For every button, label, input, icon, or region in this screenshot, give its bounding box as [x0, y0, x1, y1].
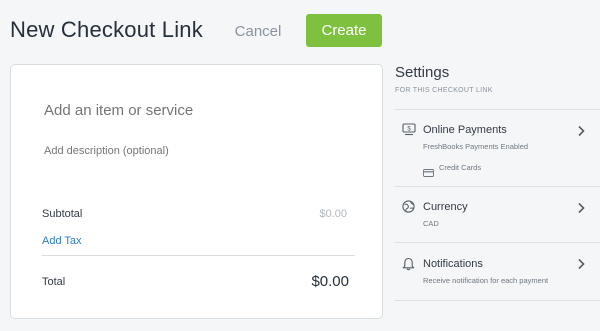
settings-subtitle: FOR THIS CHECKOUT LINK — [395, 87, 493, 94]
bell-icon — [402, 257, 416, 271]
total-label: Total — [42, 276, 66, 288]
subtotal-label: Subtotal — [42, 208, 83, 220]
totals-divider — [42, 255, 355, 256]
checkout-item-card: Subtotal $0.00 Add Tax Total $0.00 — [10, 64, 383, 319]
total-value: $0.00 — [311, 273, 349, 290]
globe-icon — [402, 200, 416, 214]
currency-title: Currency — [423, 201, 468, 213]
notifications-title: Notifications — [423, 258, 483, 270]
currency-value: CAD — [423, 219, 439, 228]
page-title: New Checkout Link — [10, 17, 203, 42]
settings-panel: Settings FOR THIS CHECKOUT LINK $ Online… — [395, 60, 600, 320]
item-description-input[interactable] — [44, 145, 344, 157]
chevron-right-icon — [577, 258, 585, 270]
settings-row-notifications[interactable]: Notifications Receive notification for e… — [395, 243, 600, 300]
credit-card-icon — [423, 164, 434, 177]
notifications-description: Receive notification for each payment — [423, 276, 549, 285]
credit-cards-label: Credit Cards — [439, 163, 482, 172]
chevron-right-icon — [577, 202, 585, 214]
header: New Checkout Link Cancel Create — [0, 0, 600, 60]
cancel-button[interactable]: Cancel — [224, 15, 292, 47]
subtotal-value: $0.00 — [319, 208, 347, 220]
settings-row-online-payments[interactable]: $ Online Payments FreshBooks Payments En… — [395, 110, 600, 185]
online-payments-status: FreshBooks Payments Enabled — [423, 142, 529, 151]
settings-title: Settings — [395, 64, 450, 81]
create-button[interactable]: Create — [306, 14, 382, 47]
online-payment-icon: $ — [402, 123, 416, 137]
settings-row-currency[interactable]: Currency CAD — [395, 187, 600, 241]
item-name-input[interactable] — [44, 102, 344, 119]
online-payments-title: Online Payments — [423, 124, 507, 136]
settings-divider — [395, 300, 600, 301]
chevron-right-icon — [577, 125, 585, 137]
add-tax-link[interactable]: Add Tax — [42, 235, 82, 247]
